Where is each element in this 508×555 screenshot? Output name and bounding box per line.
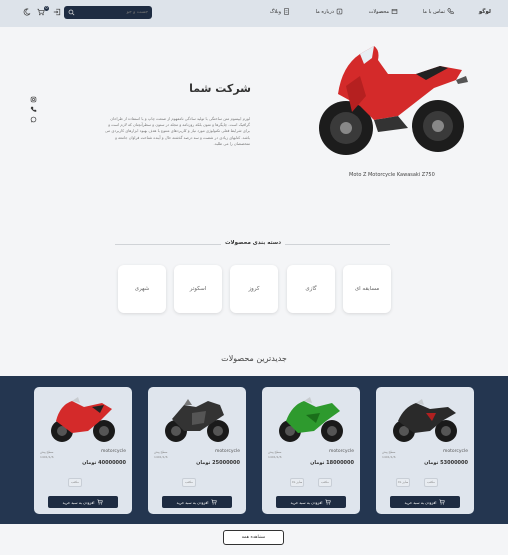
product-name: motorcycle xyxy=(442,449,468,454)
product-card[interactable]: motorcycle سطح پیش 1401/1/6 40000000 توم… xyxy=(34,387,132,514)
search-input[interactable] xyxy=(75,10,148,15)
nav-about-label: درباره ما xyxy=(315,8,334,15)
company-title: شرکت شما xyxy=(189,82,251,95)
login-icon[interactable] xyxy=(53,8,61,16)
phone-icon xyxy=(447,8,454,14)
product-spec: مکعب xyxy=(182,478,196,487)
product-spec: مکعب xyxy=(68,478,82,487)
add-to-cart-button[interactable]: افزودن به سبد خرید xyxy=(48,496,118,508)
box-icon xyxy=(391,9,398,14)
product-meta: 1401/1/6 xyxy=(40,455,54,459)
product-meta: سطح پیش xyxy=(382,450,396,454)
product-meta: 1401/1/6 xyxy=(154,455,168,459)
hero-motorcycle-image xyxy=(319,46,468,155)
nav-contact[interactable]: تماس با ما xyxy=(423,8,454,15)
info-icon xyxy=(336,8,343,15)
product-meta: 1401/1/6 xyxy=(382,455,396,459)
add-to-cart-button[interactable]: افزودن به سبد خرید xyxy=(276,496,346,508)
cart-icon xyxy=(325,499,332,505)
product-spec: XL سایز xyxy=(396,478,410,487)
add-to-cart-button[interactable]: افزودن به سبد خرید xyxy=(390,496,460,508)
product-name: motorcycle xyxy=(328,449,354,454)
social-links xyxy=(30,96,37,123)
category-card[interactable]: کروز xyxy=(230,265,278,313)
nav-blog[interactable]: وبلاگ xyxy=(270,8,290,15)
add-to-cart-button[interactable]: افزودن به سبد خرید xyxy=(162,496,232,508)
product-price: 53000000 تومان xyxy=(424,460,468,466)
product-price: 40000000 تومان xyxy=(82,460,126,466)
product-meta: 1401/1/6 xyxy=(268,455,282,459)
top-navbar: لوگو تماس با ما محصولات درباره ما وبلاگ … xyxy=(0,0,508,27)
product-meta: سطح پیش xyxy=(154,450,168,454)
product-image xyxy=(51,397,115,442)
category-card[interactable]: شهری xyxy=(118,265,166,313)
product-name: motorcycle xyxy=(100,449,126,454)
hero-image-caption: Moto Z Motorcycle Kawasaki Z750 xyxy=(349,172,435,178)
nav-products[interactable]: محصولات xyxy=(369,8,398,15)
phone-icon[interactable] xyxy=(30,106,37,113)
category-card[interactable]: مسابقه ای xyxy=(343,265,391,313)
doc-icon xyxy=(284,8,289,15)
nav-products-label: محصولات xyxy=(368,8,389,15)
logo[interactable]: لوگو xyxy=(479,9,491,15)
products-heading: جدیدترین محصولات xyxy=(221,354,287,363)
product-card[interactable]: motorcycle سطح پیش 1401/1/6 25000000 توم… xyxy=(148,387,246,514)
product-spec: مکعب xyxy=(424,478,438,487)
product-price: 18000000 تومان xyxy=(310,460,354,466)
view-all-button[interactable]: مشاهده همه xyxy=(223,530,284,545)
add-to-cart-label: افزودن به سبد خرید xyxy=(404,499,437,505)
moon-icon[interactable] xyxy=(23,8,31,16)
nav-about[interactable]: درباره ما xyxy=(316,8,343,15)
nav-contact-label: تماس با ما xyxy=(422,8,445,15)
product-image xyxy=(393,399,457,442)
product-meta: سطح پیش xyxy=(268,450,282,454)
product-image xyxy=(279,397,343,442)
category-card[interactable]: اسکوتر xyxy=(174,265,222,313)
product-name: motorcycle xyxy=(214,449,240,454)
cart-count-badge: 0 xyxy=(44,6,49,11)
product-meta: سطح پیش xyxy=(40,450,54,454)
cart-icon xyxy=(97,499,104,505)
whatsapp-icon[interactable] xyxy=(30,116,37,123)
product-spec: XL سایز xyxy=(290,478,304,487)
company-description: لورم ایپسوم متن ساختگی با تولید سادگی نا… xyxy=(105,116,250,146)
nav-blog-label: وبلاگ xyxy=(269,8,281,15)
product-spec: مکعب xyxy=(318,478,332,487)
product-price: 25000000 تومان xyxy=(196,460,240,466)
search-box[interactable] xyxy=(64,6,152,19)
product-card[interactable]: motorcycle سطح پیش 1401/1/6 53000000 توم… xyxy=(376,387,474,514)
add-to-cart-label: افزودن به سبد خرید xyxy=(176,499,209,505)
instagram-icon[interactable] xyxy=(30,96,37,103)
add-to-cart-label: افزودن به سبد خرید xyxy=(62,499,95,505)
add-to-cart-label: افزودن به سبد خرید xyxy=(290,499,323,505)
cart-icon xyxy=(211,499,218,505)
product-card[interactable]: motorcycle سطح پیش 1401/1/6 18000000 توم… xyxy=(262,387,360,514)
search-icon[interactable] xyxy=(68,9,75,16)
category-card[interactable]: گازی xyxy=(287,265,335,313)
categories-heading: دسته بندی محصولات xyxy=(221,240,286,246)
product-image xyxy=(165,399,229,442)
cart-icon xyxy=(439,499,446,505)
